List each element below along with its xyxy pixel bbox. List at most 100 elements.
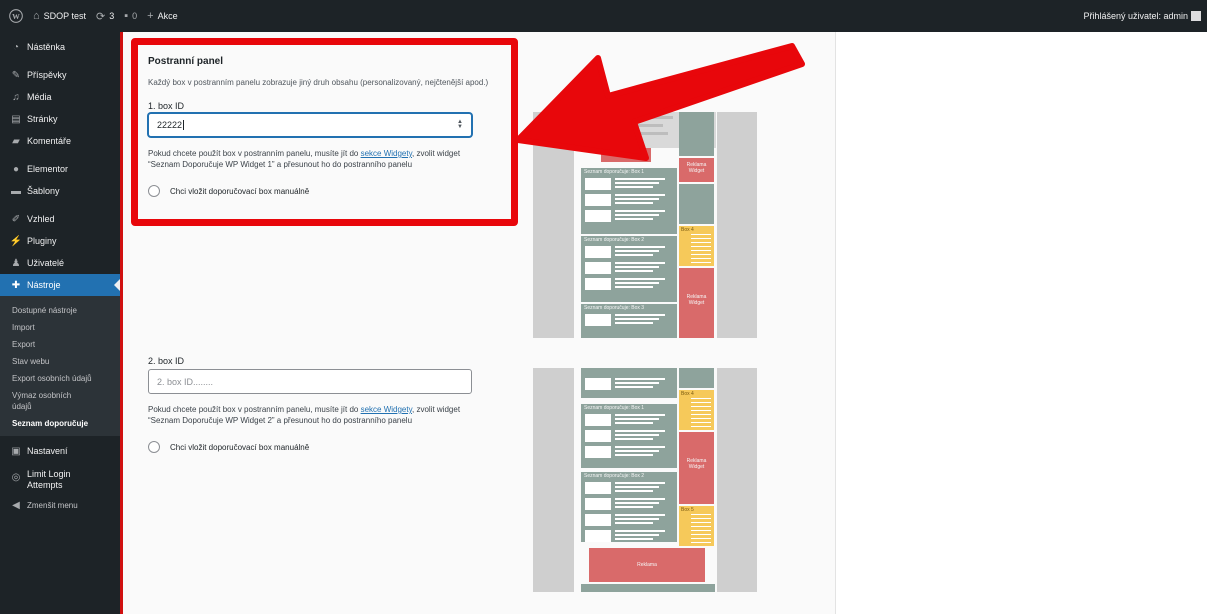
preview-line xyxy=(615,502,659,504)
red-arrow-annotation xyxy=(515,43,805,161)
preview-widget-column xyxy=(679,184,714,224)
new-content-label: Akce xyxy=(157,11,178,21)
preview-line xyxy=(615,486,659,488)
tools-submenu: Dostupné nástroje Import Export Stav web… xyxy=(0,296,120,436)
site-name-link[interactable]: ⌂ SDOP test xyxy=(28,0,91,32)
preview-line xyxy=(691,234,711,235)
preview-line xyxy=(691,422,711,423)
preview-yellow-box-2: Box 5 xyxy=(679,506,714,546)
menu-elementor[interactable]: ● Elementor xyxy=(0,158,120,180)
menu-label: Příspěvky xyxy=(27,70,67,80)
menu-limit-login[interactable]: ◎ Limit Login Attempts xyxy=(0,466,120,494)
preview-widget-label: Reklama Widget xyxy=(686,458,707,470)
preview-box-title: Seznam doporučuje: Box 1 xyxy=(584,405,645,411)
collapse-menu-button[interactable]: ◀ Zmenšit menu xyxy=(0,494,120,516)
preview-line xyxy=(691,414,711,415)
fingerprint-icon: ◎ xyxy=(11,472,21,483)
menu-label: Média xyxy=(27,92,52,102)
preview-thumb xyxy=(585,446,611,458)
preview-yellow-box-1: Box 4 xyxy=(679,390,714,430)
updates-link[interactable]: ⟳ 3 xyxy=(91,0,119,32)
wordpress-logo-icon[interactable]: W xyxy=(4,0,28,32)
menu-templates[interactable]: ▬ Šablony xyxy=(0,180,120,202)
preview-box-top xyxy=(581,368,677,398)
preview-thumb xyxy=(585,262,611,274)
box2-manual-checkbox[interactable] xyxy=(148,441,160,453)
user-icon: ♟ xyxy=(11,257,21,269)
box2-label: 2. box ID xyxy=(148,356,185,366)
account-menu[interactable]: Přihlášený uživatel: admin xyxy=(1078,0,1207,32)
preview-thumb xyxy=(585,194,611,206)
menu-pages[interactable]: ▤ Stránky xyxy=(0,108,120,130)
submenu-erase-personal-data[interactable]: Výmaz osobních údajů xyxy=(0,387,95,415)
menu-posts[interactable]: ✎ Příspěvky xyxy=(0,64,120,86)
submenu-export[interactable]: Export xyxy=(0,336,120,353)
preview-line xyxy=(615,514,665,516)
elementor-icon: ● xyxy=(12,163,20,175)
preview-line xyxy=(615,438,653,440)
submenu-import[interactable]: Import xyxy=(0,319,120,336)
preview-thumb xyxy=(585,314,611,326)
preview-widget-label: Reklama Widget xyxy=(686,294,707,306)
page-icon: ▤ xyxy=(11,113,21,125)
menu-appearance[interactable]: ✐ Vzhled xyxy=(0,208,120,230)
preview-line xyxy=(615,186,653,188)
preview-thumb xyxy=(585,278,611,290)
preview-yellow-label: Box 5 xyxy=(681,507,694,513)
box2-id-input[interactable]: 2. box ID........ xyxy=(148,369,472,394)
preview-line xyxy=(615,378,665,380)
right-blank-pane xyxy=(835,32,1207,614)
menu-plugins[interactable]: ⚡ Pluginy xyxy=(0,230,120,252)
box2-manual-checkbox-row[interactable]: Chci vložit doporučovací box manuálně xyxy=(148,441,309,453)
preview-line xyxy=(691,542,711,543)
preview-line xyxy=(615,246,665,248)
menu-label: Pluginy xyxy=(27,236,57,246)
preview-line xyxy=(691,246,711,247)
submenu-available-tools[interactable]: Dostupné nástroje xyxy=(0,302,120,319)
preview-line xyxy=(691,534,711,535)
preview-yellow-label: Box 4 xyxy=(681,227,694,233)
preview-line xyxy=(615,282,659,284)
help-text: “Seznam Doporučuje WP Widget 2” a přesun… xyxy=(148,416,413,425)
preview-line xyxy=(691,410,711,411)
new-content-link[interactable]: + Akce xyxy=(142,0,182,32)
preview-line xyxy=(691,250,711,251)
preview-line xyxy=(691,254,711,255)
preview-thumb xyxy=(585,210,611,222)
preview-line xyxy=(615,202,653,204)
comments-link[interactable]: ▪ 0 xyxy=(119,0,142,32)
widgets-link[interactable]: sekce Widgety xyxy=(361,405,412,414)
menu-media[interactable]: ♫ Média xyxy=(0,86,120,108)
preview-line xyxy=(615,518,659,520)
admin-sidebar: ◔ Nástěnka ✎ Příspěvky ♫ Média ▤ Stránky… xyxy=(0,32,120,614)
menu-settings[interactable]: ▣ Nastavení xyxy=(0,440,120,462)
preview-line xyxy=(691,518,711,519)
plugin-icon: ⚡ xyxy=(9,235,23,247)
settings-icon: ▣ xyxy=(11,445,21,457)
menu-label: Stránky xyxy=(27,114,58,124)
menu-label: Uživatelé xyxy=(27,258,65,268)
folder-icon: ▬ xyxy=(11,185,21,197)
preview-thumb xyxy=(585,530,611,542)
menu-users[interactable]: ♟ Uživatelé xyxy=(0,252,120,274)
menu-label: Vzhled xyxy=(27,214,55,224)
comment-icon: ▰ xyxy=(12,135,20,147)
preview-thumb xyxy=(585,378,611,390)
submenu-export-personal-data[interactable]: Export osobních údajů xyxy=(0,370,120,387)
preview-thumb xyxy=(585,482,611,494)
preview-ad-bottom: Reklama xyxy=(589,548,705,582)
menu-comments[interactable]: ▰ Komentáře xyxy=(0,130,120,152)
avatar xyxy=(1191,11,1201,21)
menu-tools[interactable]: ✚ Nástroje xyxy=(0,274,120,296)
submenu-site-health[interactable]: Stav webu xyxy=(0,353,120,370)
preview-line xyxy=(615,210,665,212)
menu-label: Zmenšit menu xyxy=(27,500,78,510)
menu-dashboard[interactable]: ◔ Nástěnka xyxy=(0,36,120,58)
home-icon: ⌂ xyxy=(33,10,40,22)
submenu-seznam-doporucuje[interactable]: Seznam doporučuje xyxy=(0,415,120,432)
preview-box-2: Seznam doporučuje: Box 2 xyxy=(581,472,677,542)
comments-count: 0 xyxy=(132,11,138,21)
preview-line xyxy=(691,418,711,419)
preview-line xyxy=(615,418,659,420)
menu-label: Nástroje xyxy=(27,280,61,290)
